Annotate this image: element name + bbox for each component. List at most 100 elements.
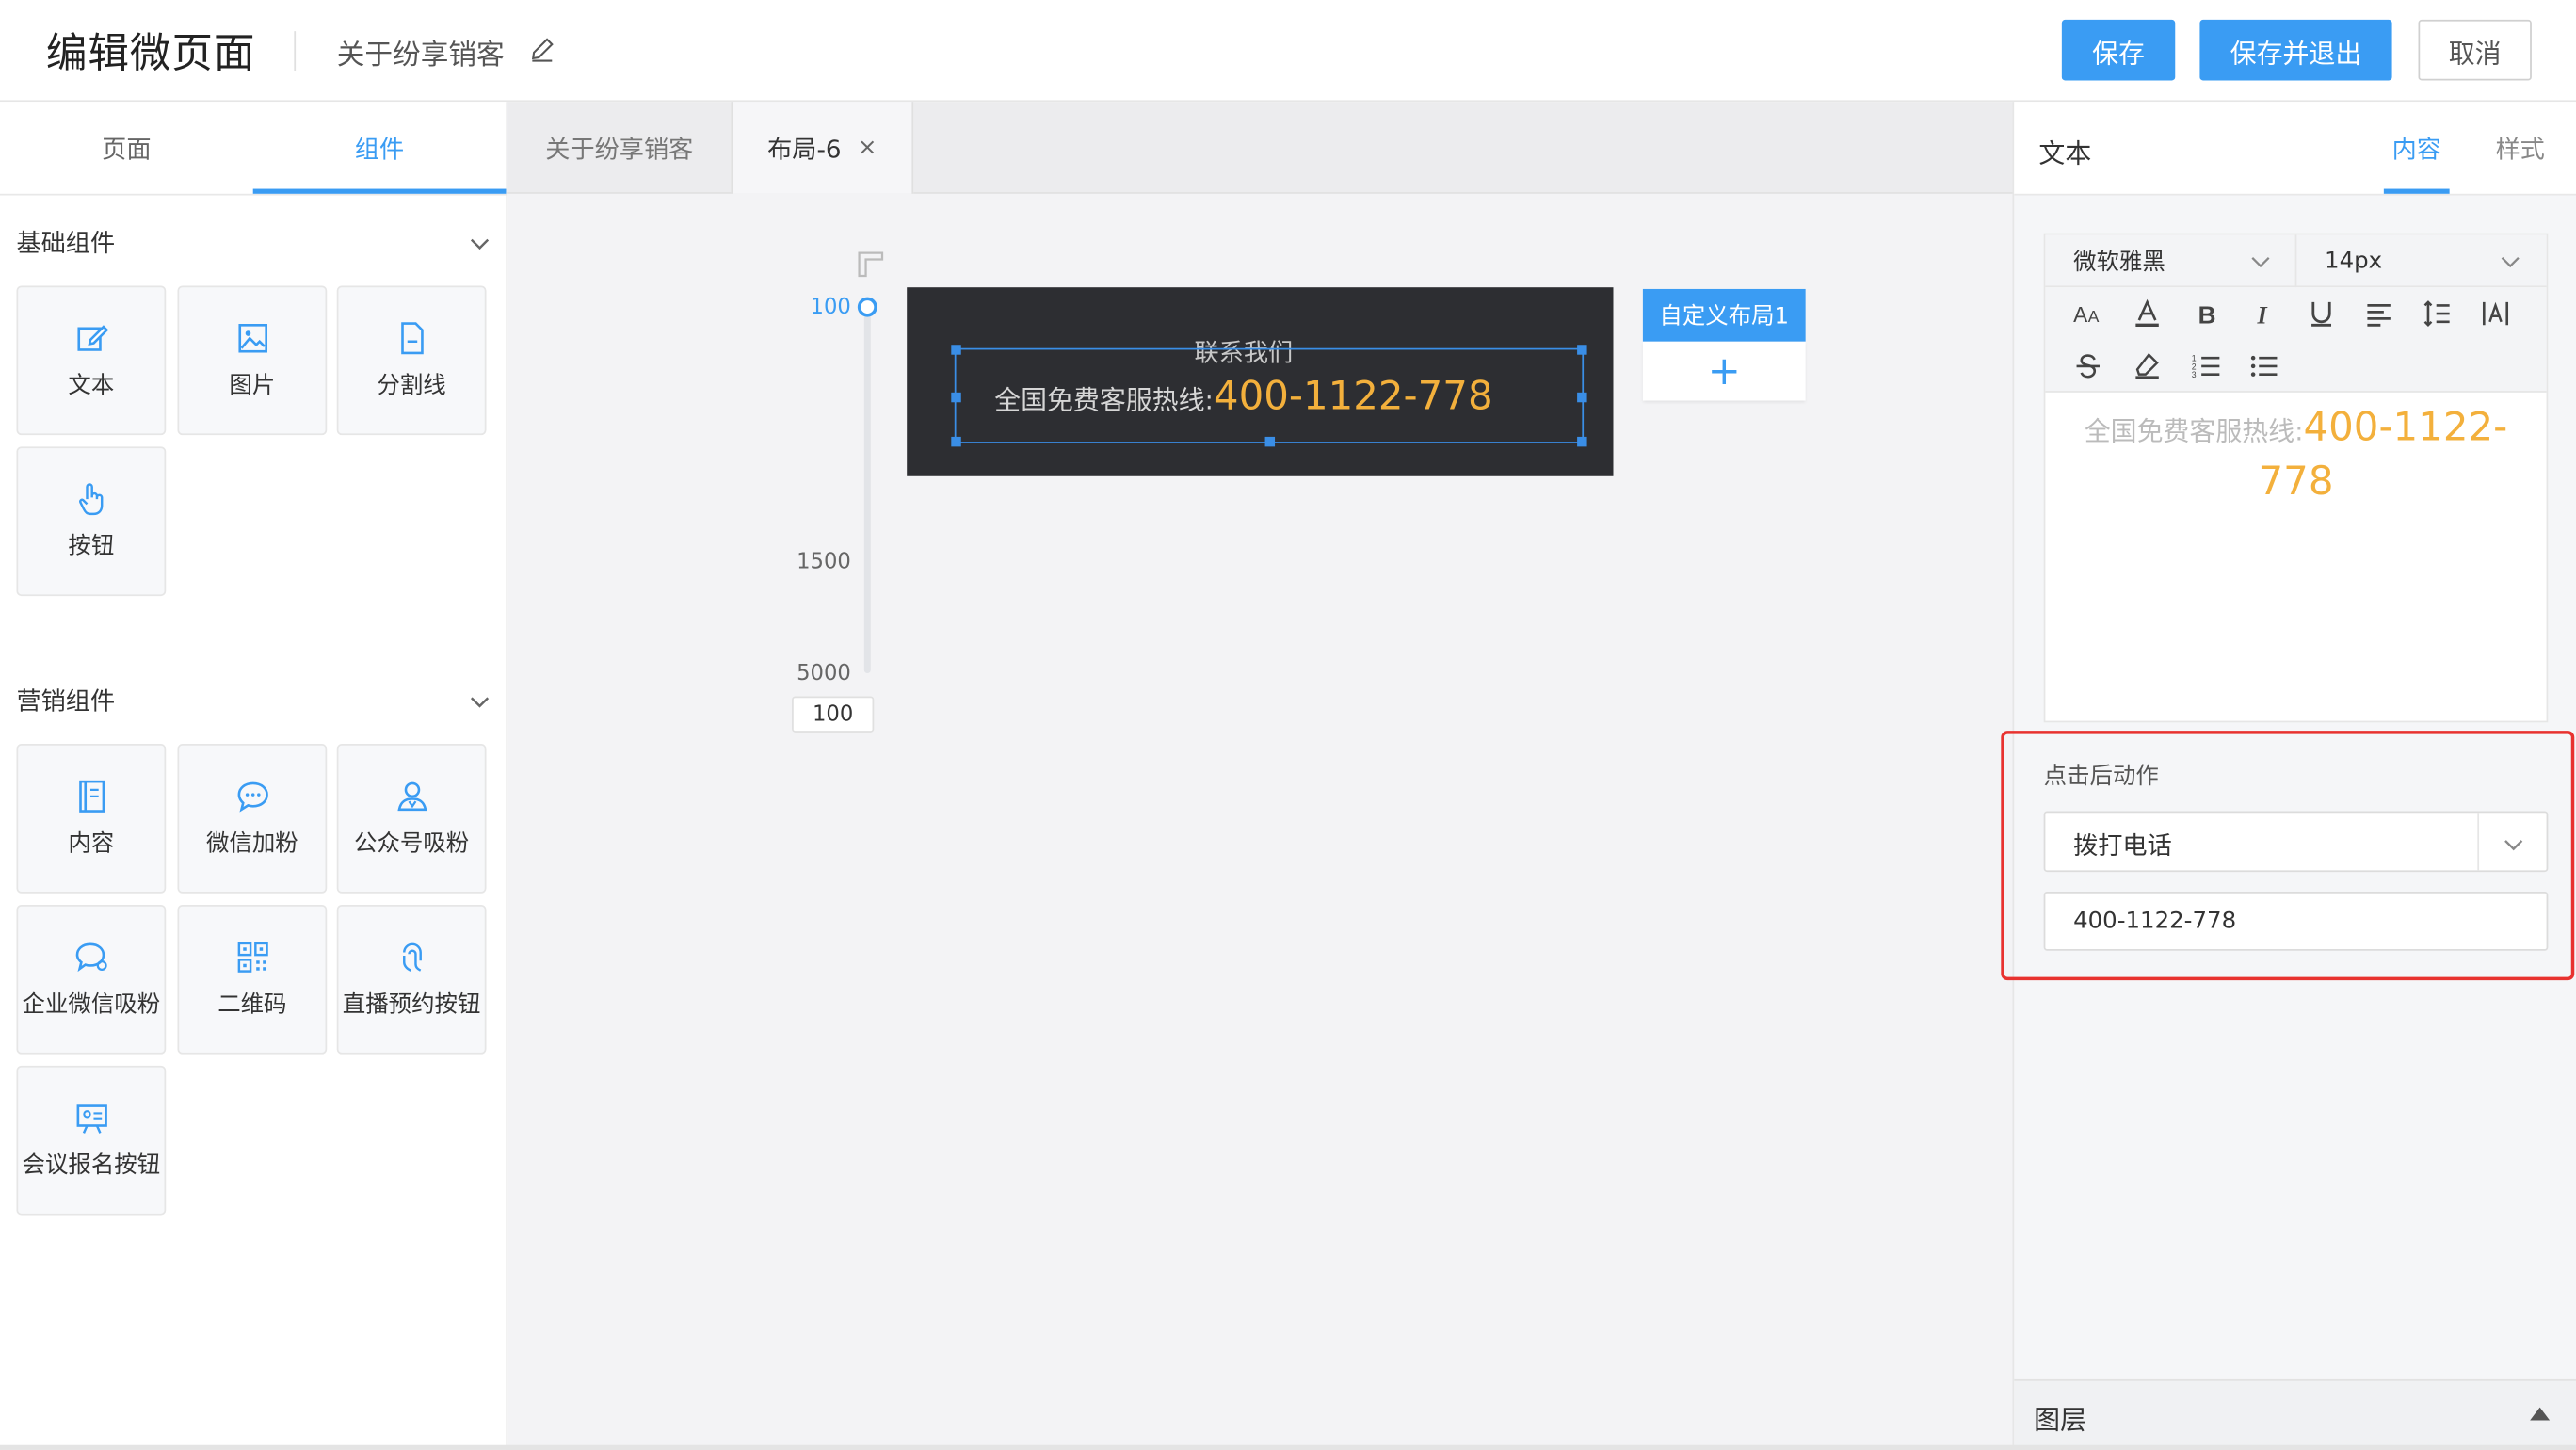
hotline-label: 全国免费客服热线:: [994, 384, 1214, 416]
properties-header: [2014, 102, 2576, 196]
component-image[interactable]: 图片: [177, 285, 328, 436]
chevron-down-icon[interactable]: [468, 232, 491, 254]
editor-toolbar: AA B I 123: [2045, 287, 2547, 393]
font-color-icon[interactable]: [2124, 291, 2170, 337]
component-official-account[interactable]: 公众号吸粉: [336, 744, 487, 894]
bottom-edge: [0, 1444, 2576, 1450]
component-label: 内容: [68, 830, 115, 858]
line-height-icon[interactable]: [2413, 291, 2459, 337]
component-meeting-signup[interactable]: 会议报名按钮: [16, 1065, 167, 1216]
user-icon: [396, 781, 427, 812]
underline-icon[interactable]: [2298, 291, 2344, 337]
canvas-tab-page[interactable]: 关于纷享销客: [507, 102, 731, 194]
resize-handle[interactable]: [1577, 345, 1587, 355]
zoom-slider-handle[interactable]: [857, 297, 877, 317]
chevron-down-icon: [2504, 840, 2523, 851]
rich-text-editor: 微软雅黑 14px AA B I 123 全国免费客服热线:400-1122-7…: [2043, 233, 2549, 723]
header-bar: 编辑微页面 关于纷享销客 保存 保存并退出 取消: [0, 0, 2576, 103]
resize-handle[interactable]: [951, 345, 961, 355]
image-icon: [237, 324, 267, 353]
chevron-down-icon: [2251, 257, 2270, 268]
resize-handle[interactable]: [1577, 436, 1587, 447]
editor-font-row: 微软雅黑 14px: [2045, 234, 2547, 288]
header-divider: [294, 31, 297, 71]
slider-tick-label: 5000: [797, 661, 851, 686]
italic-icon[interactable]: I: [2241, 291, 2287, 337]
layers-bar[interactable]: 图层: [2014, 1378, 2576, 1450]
font-size-value: 14px: [2325, 248, 2383, 275]
component-qrcode[interactable]: 二维码: [177, 904, 328, 1055]
editor-text-label: 全国免费客服热线:: [2084, 415, 2304, 447]
zoom-slider-track[interactable]: [863, 307, 871, 674]
chat-bubble-icon: [236, 781, 267, 813]
font-size-icon[interactable]: AA: [2065, 291, 2111, 337]
unordered-list-icon[interactable]: [2241, 343, 2287, 389]
resize-handle[interactable]: [951, 436, 961, 447]
component-text[interactable]: 文本: [16, 285, 167, 436]
page-title: 编辑微页面: [45, 29, 256, 77]
canvas-tab-layout[interactable]: 布局-6 ×: [731, 102, 914, 194]
component-wechat-follow[interactable]: 微信加粉: [177, 744, 328, 894]
section-title-basic: 基础组件: [16, 228, 116, 258]
caret-up-icon[interactable]: [2530, 1407, 2551, 1421]
bold-icon[interactable]: B: [2183, 291, 2230, 337]
align-left-icon[interactable]: [2356, 291, 2402, 337]
strikethrough-icon[interactable]: [2065, 343, 2111, 389]
component-enterprise-wechat[interactable]: 企业微信吸粉: [16, 904, 167, 1055]
component-label: 二维码: [217, 991, 287, 1019]
qrcode-icon: [236, 942, 267, 973]
close-icon[interactable]: ×: [858, 135, 877, 161]
custom-layout-tag[interactable]: 自定义布局1: [1642, 288, 1806, 342]
layers-title: 图层: [2034, 1404, 2087, 1436]
pencil-icon[interactable]: [529, 36, 555, 62]
tab-page[interactable]: 页面: [0, 102, 253, 195]
component-label: 按钮: [68, 533, 115, 560]
click-action-select[interactable]: 拨打电话: [2043, 811, 2549, 873]
zoom-value-input[interactable]: 100: [792, 696, 875, 733]
svg-text:A: A: [2088, 307, 2100, 326]
highlight-icon[interactable]: [2124, 343, 2170, 389]
component-button[interactable]: 按钮: [16, 446, 167, 597]
chevron-down-icon: [2501, 257, 2520, 268]
save-and-exit-button[interactable]: 保存并退出: [2199, 19, 2392, 81]
section-title-marketing: 营销组件: [16, 685, 116, 717]
component-label: 直播预约按钮: [342, 991, 481, 1019]
phone-number-input[interactable]: 400-1122-778: [2043, 891, 2549, 951]
component-content[interactable]: 内容: [16, 744, 167, 894]
chevron-down-icon[interactable]: [468, 689, 491, 712]
document-icon: [400, 322, 423, 355]
component-divider[interactable]: 分割线: [336, 285, 487, 436]
svg-text:A: A: [2073, 302, 2088, 327]
component-live-booking[interactable]: 直播预约按钮: [336, 904, 487, 1055]
save-button[interactable]: 保存: [2061, 19, 2176, 81]
svg-text:B: B: [2198, 301, 2216, 329]
add-layout-button[interactable]: +: [1642, 341, 1806, 401]
component-label: 图片: [229, 372, 276, 399]
component-label: 会议报名按钮: [22, 1152, 161, 1180]
document-name: 关于纷享销客: [336, 39, 505, 72]
tab-style[interactable]: 样式: [2496, 132, 2545, 167]
svg-text:3: 3: [2192, 370, 2197, 379]
contact-block[interactable]: 联系我们 全国免费客服热线:400-1122-778: [907, 287, 1614, 476]
active-tab-indicator: [2383, 188, 2450, 194]
slider-tick-label: 1500: [797, 550, 851, 575]
cancel-button[interactable]: 取消: [2418, 19, 2532, 81]
click-action-title: 点击后动作: [2043, 763, 2159, 790]
svg-text:I: I: [2256, 302, 2267, 329]
corner-icon: [858, 251, 884, 278]
resize-handle[interactable]: [1264, 436, 1276, 447]
tab-components[interactable]: 组件: [253, 102, 507, 195]
properties-panel: 文本 内容 样式 微软雅黑 14px AA B I 1 2 3 全国免费客服热线…: [2001, 102, 2576, 1450]
component-label: 分割线: [377, 372, 446, 399]
select-divider: [2294, 234, 2297, 288]
tab-divider: [0, 193, 508, 196]
properties-title: 文本: [2038, 137, 2092, 169]
slider-top-label: 100: [810, 295, 851, 321]
ordered-list-icon[interactable]: 123: [2183, 343, 2230, 389]
letter-spacing-icon[interactable]: [2472, 291, 2519, 337]
font-size-select[interactable]: 14px: [2325, 234, 2521, 287]
editor-content[interactable]: 全国免费客服热线:400-1122-778: [2045, 393, 2546, 521]
presentation-icon: [75, 1104, 106, 1134]
component-label: 文本: [68, 372, 115, 399]
tab-content[interactable]: 内容: [2392, 132, 2441, 167]
